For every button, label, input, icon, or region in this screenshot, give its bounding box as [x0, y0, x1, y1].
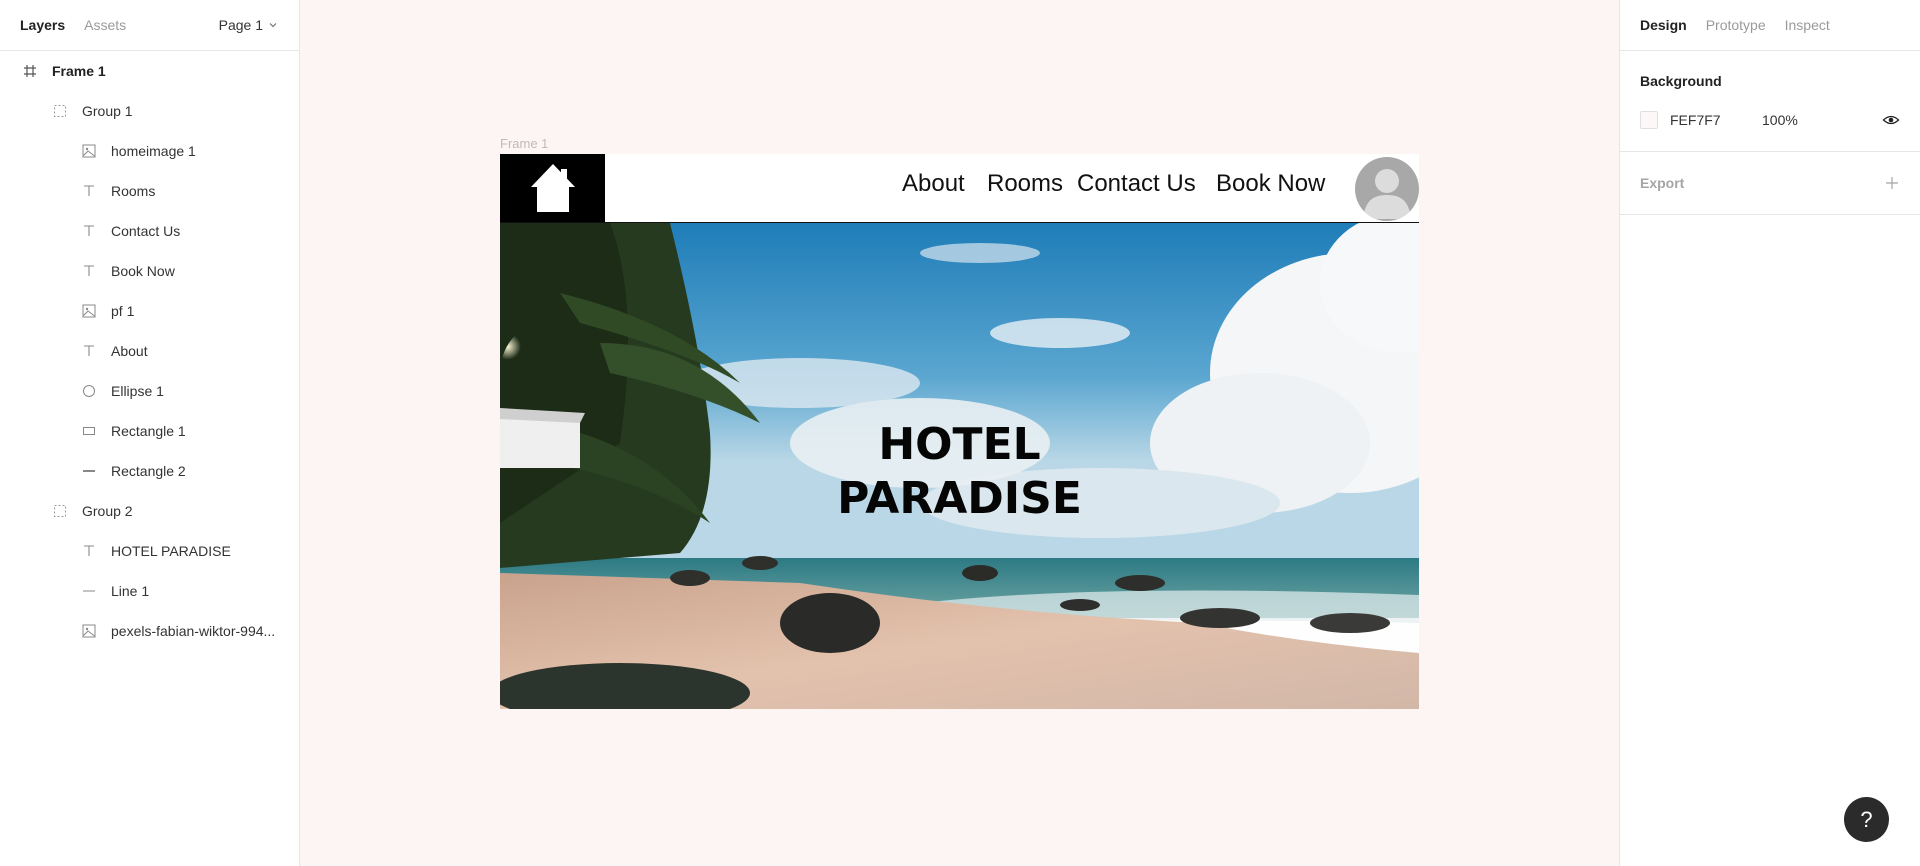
page-selector[interactable]: Page 1	[219, 17, 277, 33]
text-icon	[81, 223, 97, 239]
image-icon	[81, 143, 97, 159]
layer-label: HOTEL PARADISE	[111, 543, 231, 559]
group-icon	[52, 103, 68, 119]
layer-label: Rectangle 2	[111, 463, 186, 479]
layer-row-about[interactable]: About	[0, 331, 299, 371]
nav-link-book-now[interactable]: Book Now	[1216, 170, 1325, 198]
layer-label: Contact Us	[111, 223, 181, 239]
layer-row-book-now[interactable]: Book Now	[0, 251, 299, 291]
layer-row-group-2[interactable]: Group 2	[0, 491, 299, 531]
image-icon	[81, 623, 97, 639]
layer-row-rooms[interactable]: Rooms	[0, 171, 299, 211]
background-opacity-input[interactable]: 100%	[1762, 112, 1798, 128]
layer-label: Book Now	[111, 263, 175, 279]
layer-row-frame-1[interactable]: Frame 1	[0, 51, 299, 91]
hero-title-line2: PARADISE	[837, 473, 1082, 524]
hero-title-line1: HOTEL	[878, 419, 1041, 470]
nav-link-contact-us[interactable]: Contact Us	[1077, 170, 1196, 198]
background-color-swatch[interactable]	[1640, 111, 1658, 129]
layer-row-hotel-paradise[interactable]: HOTEL PARADISE	[0, 531, 299, 571]
background-fill-row: FEF7F7 100%	[1640, 111, 1900, 129]
export-section: Export	[1620, 152, 1920, 215]
plus-icon[interactable]	[1884, 175, 1900, 191]
layer-row-rectangle-1[interactable]: Rectangle 1	[0, 411, 299, 451]
text-icon	[81, 263, 97, 279]
layer-row-rectangle-2[interactable]: Rectangle 2	[0, 451, 299, 491]
layer-label: About	[111, 343, 148, 359]
text-icon	[81, 183, 97, 199]
layer-label: pf 1	[111, 303, 135, 319]
line-icon	[81, 583, 97, 599]
layer-label: Group 2	[82, 503, 133, 519]
layer-label: Group 1	[82, 103, 133, 119]
hero-title[interactable]: HOTEL PARADISE	[500, 418, 1419, 526]
frame-label[interactable]: Frame 1	[500, 136, 548, 151]
tab-assets[interactable]: Assets	[84, 17, 126, 33]
image-icon	[81, 303, 97, 319]
help-button[interactable]: ?	[1844, 797, 1889, 842]
layer-label: homeimage 1	[111, 143, 196, 159]
layer-row-homeimage-1[interactable]: homeimage 1	[0, 131, 299, 171]
tab-prototype[interactable]: Prototype	[1706, 17, 1766, 33]
group-icon	[52, 503, 68, 519]
eye-icon[interactable]	[1882, 111, 1900, 129]
layers-panel: Layers Assets Page 1 Frame 1 Group 1 hom…	[0, 0, 300, 866]
home-logo[interactable]	[500, 154, 605, 222]
tab-design[interactable]: Design	[1640, 17, 1687, 33]
layer-label: Rectangle 1	[111, 423, 186, 439]
text-icon	[81, 343, 97, 359]
properties-panel: Design Prototype Inspect Background FEF7…	[1619, 0, 1920, 866]
layer-tree: Frame 1 Group 1 homeimage 1 Rooms Contac…	[0, 51, 299, 651]
chevron-down-icon	[269, 23, 277, 28]
layer-row-ellipse-1[interactable]: Ellipse 1	[0, 371, 299, 411]
nav-bar[interactable]: About Rooms Contact Us Book Now	[500, 154, 1419, 223]
design-canvas[interactable]: Frame 1 About Rooms Contact Us Book Now	[300, 0, 1619, 866]
hero-image[interactable]: HOTEL PARADISE	[500, 223, 1419, 709]
right-panel-header: Design Prototype Inspect	[1620, 0, 1920, 51]
nav-link-about[interactable]: About	[902, 170, 965, 198]
nav-link-rooms[interactable]: Rooms	[987, 170, 1063, 198]
layer-row-pf-1[interactable]: pf 1	[0, 291, 299, 331]
user-icon	[1363, 169, 1411, 219]
house-icon	[530, 164, 575, 212]
layer-label: Ellipse 1	[111, 383, 164, 399]
layer-label: Line 1	[111, 583, 150, 599]
layer-label: pexels-fabian-wiktor-994...	[111, 623, 276, 639]
page-selector-label: Page 1	[218, 17, 263, 33]
background-title: Background	[1640, 73, 1722, 89]
layer-label: Rooms	[111, 183, 156, 199]
tab-layers[interactable]: Layers	[20, 17, 65, 33]
tab-inspect[interactable]: Inspect	[1785, 17, 1830, 33]
layer-row-line-1[interactable]: Line 1	[0, 571, 299, 611]
layer-row-group-1[interactable]: Group 1	[0, 91, 299, 131]
avatar[interactable]	[1355, 157, 1419, 221]
frame-1[interactable]: About Rooms Contact Us Book Now HOTEL PA…	[500, 154, 1419, 709]
background-section: Background FEF7F7 100%	[1620, 51, 1920, 152]
frame-icon	[22, 63, 38, 79]
export-title: Export	[1640, 175, 1685, 191]
left-panel-header: Layers Assets Page 1	[0, 0, 299, 51]
ellipse-icon	[81, 383, 97, 399]
layer-label: Frame 1	[52, 63, 106, 79]
rectangle-icon	[81, 423, 97, 439]
line-icon	[81, 463, 97, 479]
layer-row-pexels-image[interactable]: pexels-fabian-wiktor-994...	[0, 611, 299, 651]
layer-row-contact-us[interactable]: Contact Us	[0, 211, 299, 251]
background-hex-input[interactable]: FEF7F7	[1670, 112, 1762, 128]
text-icon	[81, 543, 97, 559]
